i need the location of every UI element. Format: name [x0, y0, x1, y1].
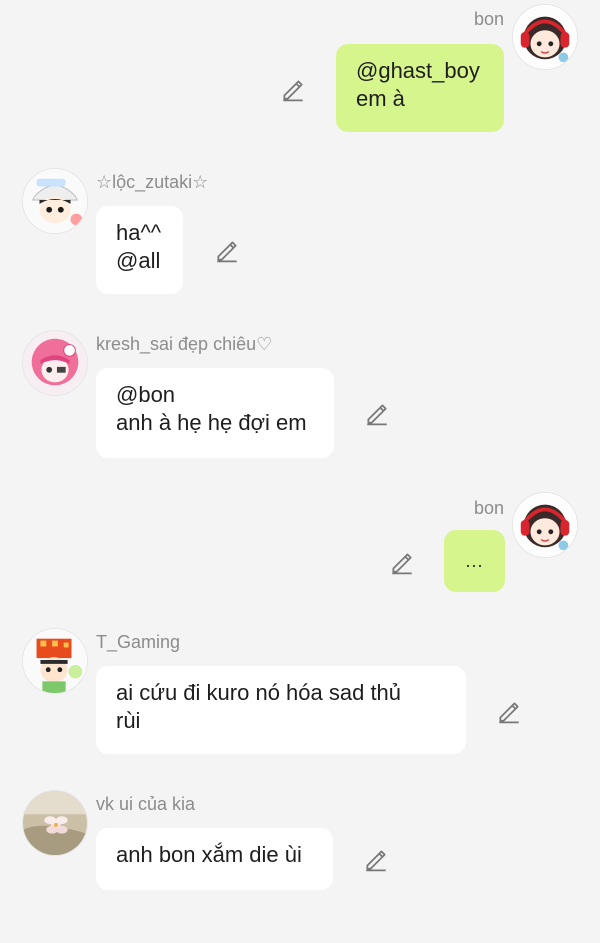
- pencil-icon[interactable]: [214, 237, 240, 263]
- message-row: bon ...: [0, 490, 600, 600]
- message-bubble[interactable]: ...: [444, 530, 505, 592]
- avatar-orange-pixel-icon[interactable]: [22, 628, 88, 694]
- message-bubble[interactable]: @ghast_boy em à: [336, 44, 504, 132]
- pencil-icon[interactable]: [389, 549, 415, 575]
- pencil-icon[interactable]: [363, 846, 389, 872]
- message-bubble[interactable]: anh bon xắm die ùi: [96, 828, 333, 890]
- message-bubble[interactable]: ai cứu đi kuro nó hóa sad thủ rùi: [96, 666, 466, 754]
- message-row: bon @ghast_boy em à: [0, 0, 600, 140]
- sender-name: ☆lộc_zutaki☆: [96, 172, 209, 192]
- pencil-icon[interactable]: [280, 76, 306, 102]
- message-bubble[interactable]: ha^^ @all: [96, 206, 183, 294]
- pencil-icon[interactable]: [496, 698, 522, 724]
- avatar-red-headphones-icon[interactable]: [512, 4, 578, 70]
- message-row: ☆lộc_zutaki☆ ha^^ @all: [0, 160, 600, 300]
- pencil-icon[interactable]: [364, 400, 390, 426]
- sender-name: kresh_sai đẹp chiêu♡: [96, 334, 273, 354]
- avatar-flower-photo-icon[interactable]: [22, 790, 88, 856]
- message-bubble[interactable]: @bon anh à hẹ hẹ đợi em: [96, 368, 334, 458]
- sender-name: bon: [473, 498, 504, 518]
- avatar-pink-hair-icon[interactable]: [22, 330, 88, 396]
- sender-name: T_Gaming: [96, 632, 181, 652]
- avatar-red-headphones-icon[interactable]: [512, 492, 578, 558]
- message-row: kresh_sai đẹp chiêu♡ @bon anh à hẹ hẹ đợ…: [0, 322, 600, 462]
- sender-name: bon: [473, 9, 504, 29]
- avatar-white-cap-icon[interactable]: [22, 168, 88, 234]
- message-row: vk ui của kia anh bon xắm die ùi: [0, 782, 600, 902]
- sender-name: vk ui của kia: [96, 794, 196, 814]
- message-row: T_Gaming ai cứu đi kuro nó hóa sad thủ r…: [0, 620, 600, 760]
